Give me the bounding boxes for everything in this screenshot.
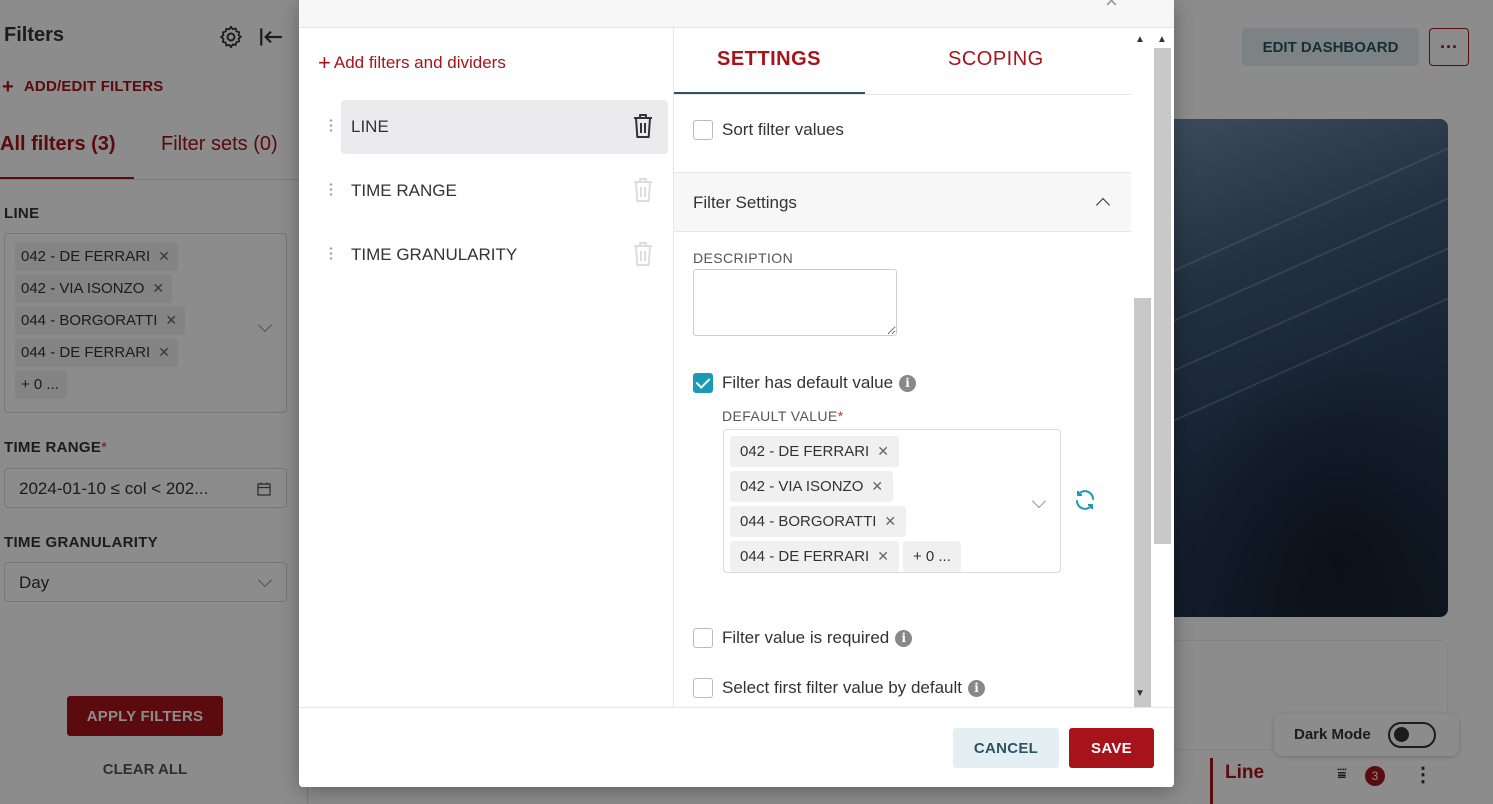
tag: 044 - DE FERRARI ✕ [730, 541, 899, 572]
settings-tabs: SETTINGS SCOPING [674, 28, 1131, 95]
value-required-text: Filter value is required [722, 628, 890, 647]
trash-icon[interactable] [631, 240, 655, 268]
close-icon[interactable]: × [1105, 0, 1118, 14]
filter-settings-panel: SETTINGS SCOPING Sort filter values Filt… [674, 28, 1174, 708]
select-first-text: Select first filter value by default [722, 678, 963, 697]
more-tags: + 0 ... [902, 541, 961, 572]
filter-item-time-range[interactable]: TIME RANGE [328, 164, 668, 218]
tab-scoping[interactable]: SCOPING [948, 48, 1044, 71]
filter-settings-title: Filter Settings [693, 193, 797, 212]
scroll-up-arrow-icon[interactable]: ▲ [1157, 34, 1167, 45]
modal-footer: CANCEL SAVE [299, 707, 1174, 787]
scrollbar-thumb[interactable] [1154, 48, 1171, 544]
filter-item-line[interactable]: LINE [328, 100, 668, 154]
default-value-select[interactable]: 042 - DE FERRARI ✕ 042 - VIA ISONZO ✕ 044 … [723, 429, 1061, 573]
tag-label: 044 - BORGORATTI [740, 513, 877, 530]
chevron-up-icon [1095, 197, 1111, 213]
settings-content: Sort filter values Filter Settings DESCR… [674, 95, 1131, 708]
filter-settings-section-header[interactable]: Filter Settings [674, 172, 1131, 232]
filter-item-time-granularity[interactable]: TIME GRANULARITY [328, 228, 668, 282]
info-icon[interactable]: i [899, 375, 917, 392]
has-default-text: Filter has default value [722, 373, 894, 392]
tag: 044 - BORGORATTI ✕ [730, 506, 907, 537]
filter-item-label: TIME GRANULARITY [351, 245, 518, 264]
refresh-icon[interactable] [1073, 488, 1097, 512]
filter-item-label: TIME RANGE [351, 181, 457, 200]
select-first-label: Select first filter value by default i [722, 678, 986, 698]
tag-label: 042 - DE FERRARI [740, 443, 870, 460]
info-icon[interactable]: i [968, 680, 986, 697]
settings-scrollbar[interactable]: ▲ ▲ ▼ [1131, 28, 1174, 708]
sort-values-checkbox[interactable] [693, 120, 713, 140]
info-icon[interactable]: i [895, 630, 913, 647]
tab-settings[interactable]: SETTINGS [717, 48, 821, 71]
has-default-checkbox[interactable] [693, 373, 713, 393]
filter-item-label: LINE [351, 117, 389, 136]
select-first-checkbox[interactable] [693, 678, 713, 698]
filter-list-panel: + Add filters and dividers LINE TIME RANG… [299, 28, 674, 708]
close-icon[interactable]: ✕ [877, 548, 889, 564]
trash-icon[interactable] [631, 176, 655, 204]
cancel-button[interactable]: CANCEL [953, 728, 1059, 768]
filter-config-modal: × + Add filters and dividers LINE TIME RA… [299, 0, 1174, 787]
add-filters-label: Add filters and dividers [333, 53, 506, 72]
drag-handle-icon[interactable] [328, 246, 334, 262]
close-icon[interactable]: ✕ [884, 513, 896, 529]
drag-handle-icon[interactable] [328, 118, 334, 134]
save-button[interactable]: SAVE [1069, 728, 1154, 768]
sort-values-label: Sort filter values [722, 120, 844, 139]
has-default-label: Filter has default value i [722, 373, 917, 393]
default-value-label-text: DEFAULT VALUE [722, 408, 838, 424]
active-tab-indicator [674, 92, 865, 94]
close-icon[interactable]: ✕ [877, 443, 889, 459]
modal-header: × [299, 0, 1174, 28]
description-input[interactable] [693, 269, 897, 336]
tag-label: 042 - VIA ISONZO [740, 478, 864, 495]
scroll-up-arrow-icon[interactable]: ▲ [1135, 34, 1145, 45]
scroll-down-arrow-icon[interactable]: ▼ [1135, 688, 1145, 699]
default-value-label: DEFAULT VALUE* [722, 408, 844, 424]
drag-handle-icon[interactable] [328, 182, 334, 198]
tag: 042 - VIA ISONZO ✕ [730, 471, 894, 502]
close-icon[interactable]: ✕ [871, 478, 883, 494]
scrollbar-thumb[interactable] [1134, 298, 1151, 708]
description-label: DESCRIPTION [693, 250, 794, 266]
value-required-checkbox[interactable] [693, 628, 713, 648]
add-filters-button[interactable]: + Add filters and dividers [318, 50, 506, 76]
plus-icon: + [318, 50, 331, 75]
trash-icon[interactable] [631, 112, 655, 140]
tag-label: 044 - DE FERRARI [740, 548, 870, 565]
tag: 042 - DE FERRARI ✕ [730, 436, 899, 467]
value-required-label: Filter value is required i [722, 628, 913, 648]
